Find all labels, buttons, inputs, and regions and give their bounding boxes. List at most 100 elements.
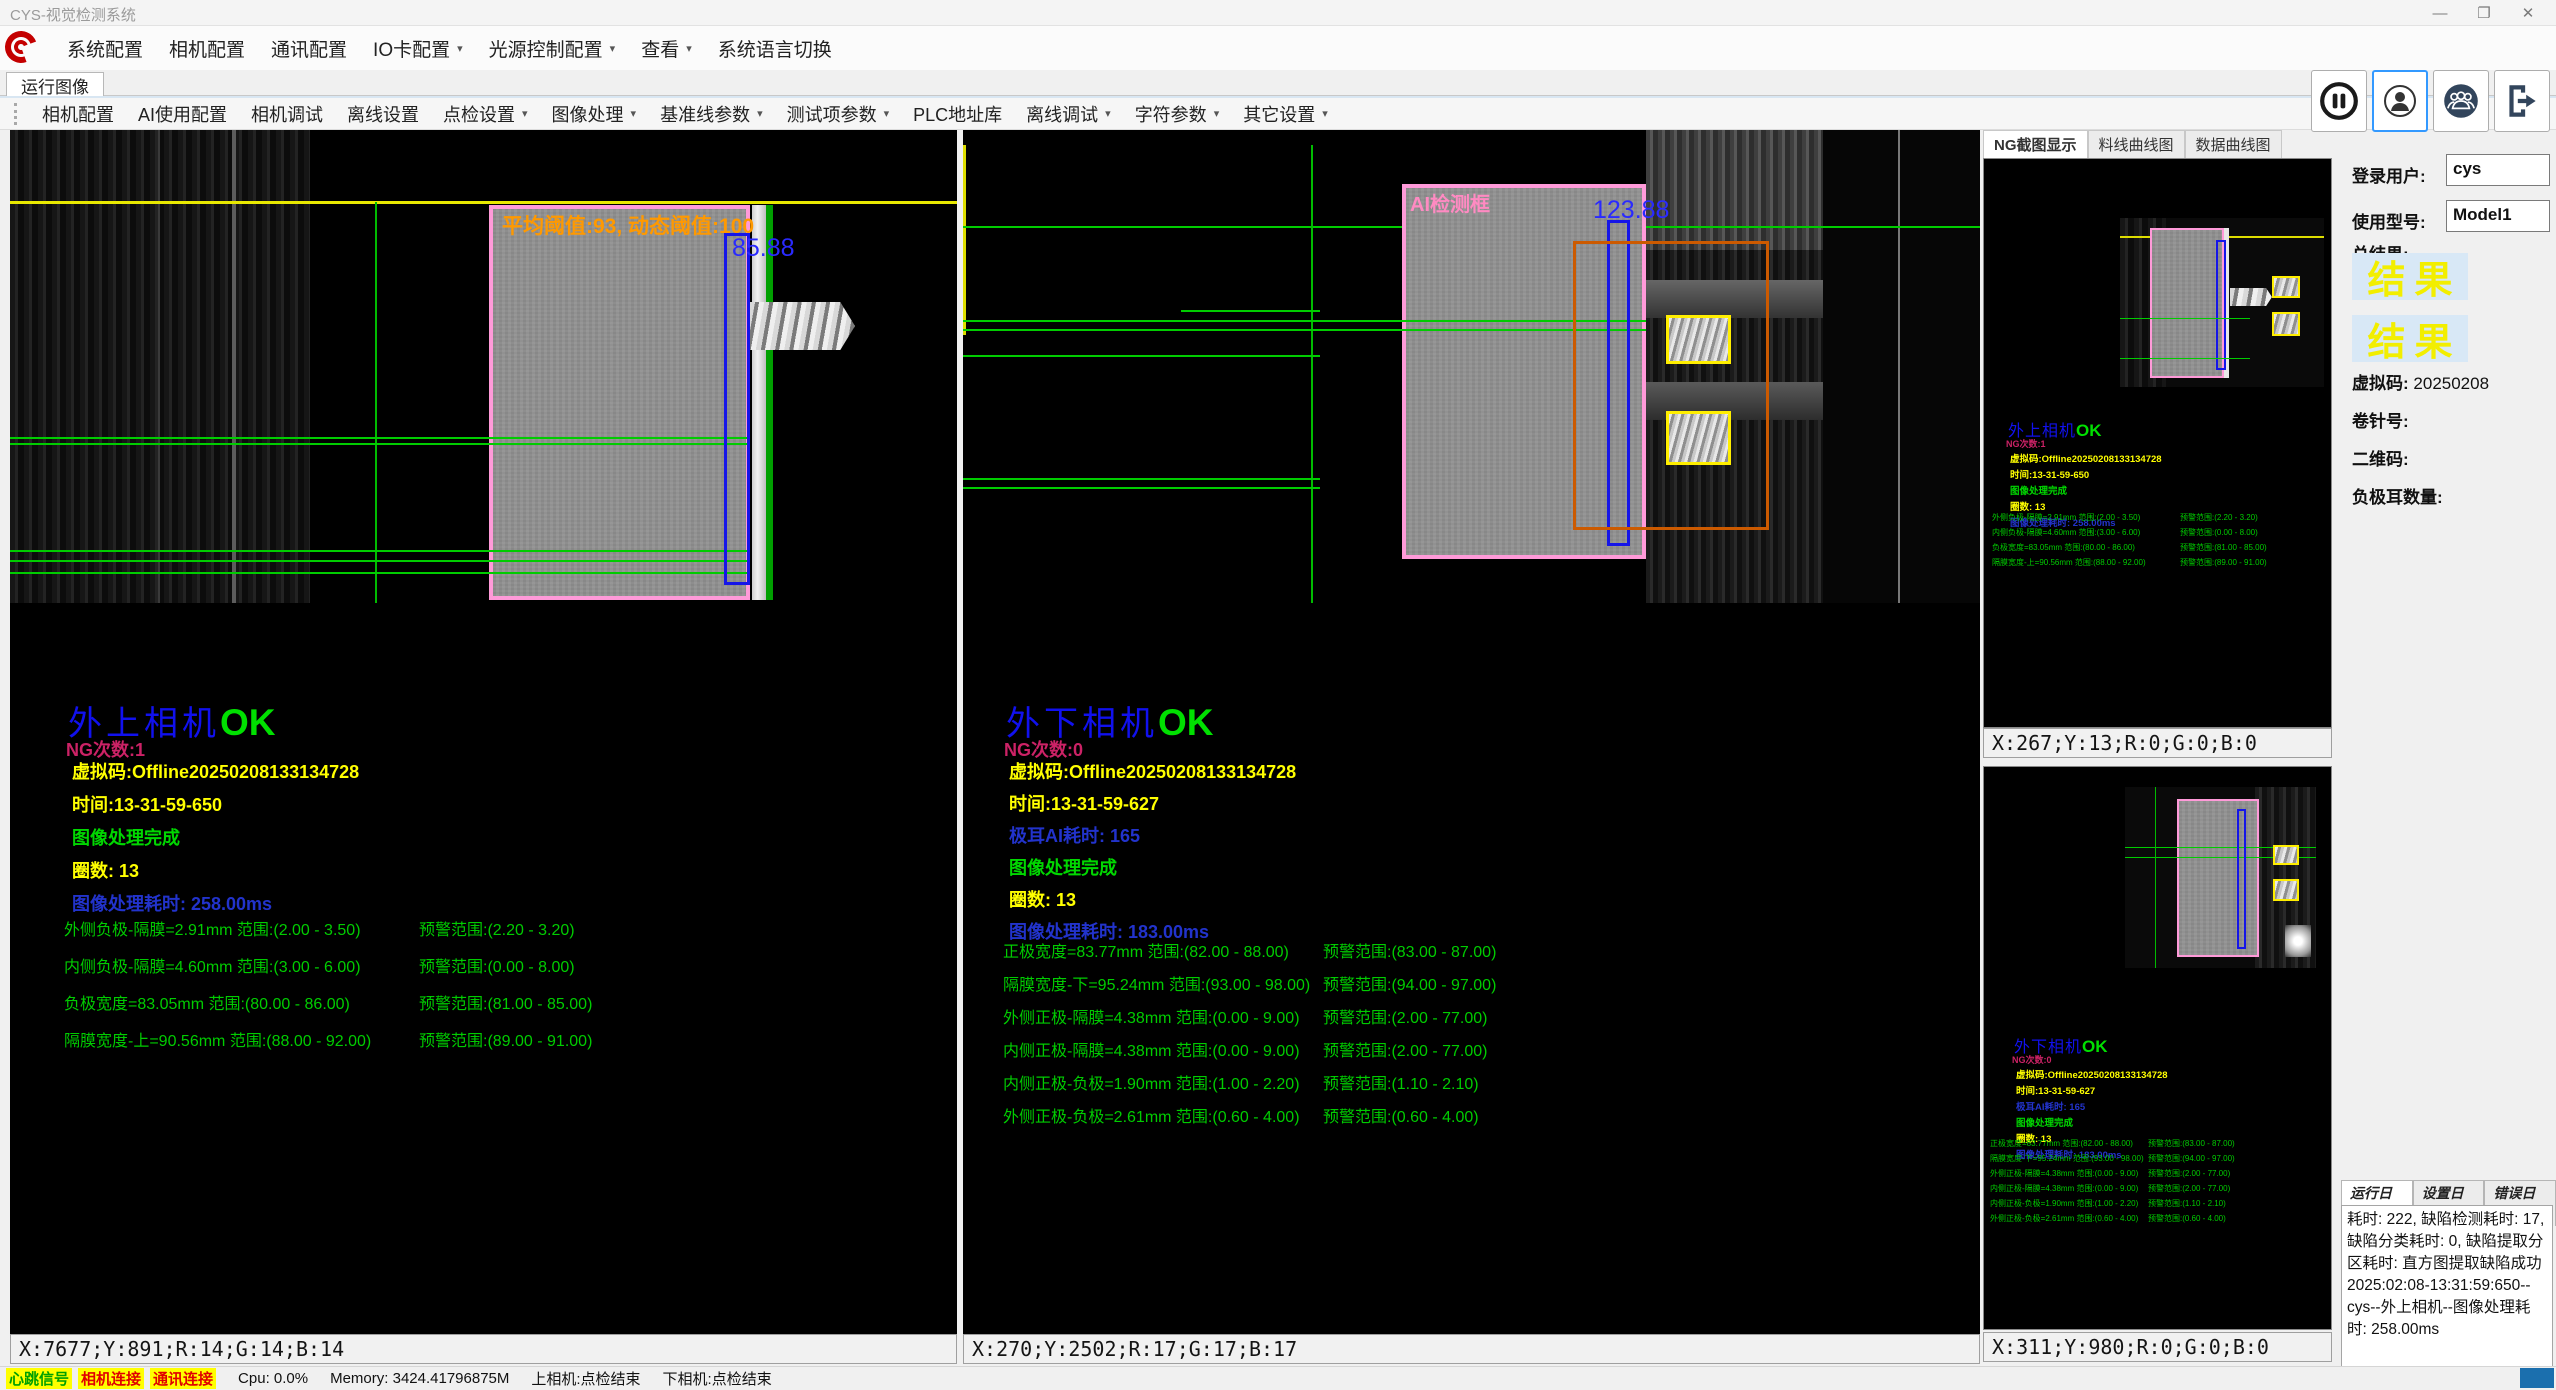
ai-frame-label: AI检测框 <box>1410 188 1490 217</box>
toolbar-item[interactable]: 相机调试 <box>251 101 323 127</box>
ng-snapshot-lower[interactable]: 外下相机OK NG次数:0 虚拟码:Offline202502081331347… <box>1983 766 2332 1330</box>
toolbar-item[interactable]: 基准线参数 ▾ <box>660 101 763 127</box>
toolbar-item[interactable]: AI使用配置 <box>138 101 227 127</box>
toolbar-item[interactable]: PLC地址库 <box>913 101 1002 127</box>
measure-value-text: 123.88 <box>1593 196 1669 225</box>
chevron-down-icon: ▾ <box>1214 107 1220 120</box>
toolbar: 相机配置 AI使用配置 相机调试 离线设置 点检设置 ▾ 图像处理 ▾ 基准线参… <box>0 96 2556 130</box>
roi-orange-box <box>1573 241 1769 530</box>
measurement-row: 外侧正极-负极=2.61mm 范围:(0.60 - 4.00)预警范围:(0.6… <box>1003 1107 1496 1129</box>
login-user-button[interactable] <box>2372 70 2428 132</box>
info-line: 时间:13-31-59-627 <box>1009 790 1296 816</box>
window-control-button[interactable]: — <box>2418 0 2462 26</box>
exit-button[interactable] <box>2494 70 2550 132</box>
scroll-indicator <box>2520 1368 2554 1388</box>
upper-camera-image[interactable]: 平均阈值:93, 动态阈值:100 85.88 <box>10 130 957 603</box>
toolbar-item[interactable]: 相机配置 <box>42 101 114 127</box>
pause-icon <box>2318 80 2360 122</box>
info-line: 极耳AI耗时: 165 <box>1009 822 1296 848</box>
measurement-row: 外侧正极-隔膜=4.38mm 范围:(0.00 - 9.00)预警范围:(2.0… <box>1003 1008 1496 1030</box>
model-field[interactable]: Model1 <box>2446 200 2550 232</box>
measurement-list: 正极宽度=83.77mm 范围:(82.00 - 88.00)预警范围:(83.… <box>1003 942 1496 1140</box>
titlebar: CYS-视觉检测系统 —❐✕ <box>0 0 2556 26</box>
ai-detect-region <box>489 205 750 600</box>
user-icon <box>2380 81 2420 121</box>
toolbar-item[interactable]: 点检设置 ▾ <box>443 101 528 127</box>
toolbar-item[interactable]: 字符参数 ▾ <box>1135 101 1220 127</box>
ng-view-tabs: NG截图显示料线曲线图数据曲线图 <box>1983 130 2282 158</box>
pixel-coord-readout: X:7677;Y:891;R:14;G:14;B:14 <box>10 1334 957 1364</box>
result-badge-upper: 结果 <box>2352 253 2468 300</box>
ng-view-tab[interactable]: 料线曲线图 <box>2088 130 2185 158</box>
menu-item[interactable]: 相机配置 <box>169 35 245 62</box>
window-control-button[interactable]: ✕ <box>2506 0 2550 26</box>
toolbar-item[interactable]: 其它设置 ▾ <box>1243 101 1328 127</box>
baseline-green-vertical <box>375 202 377 603</box>
measurement-row: 内侧正极-隔膜=4.38mm 范围:(0.00 - 9.00)预警范围:(2.0… <box>1003 1041 1496 1063</box>
menu-item[interactable]: 通讯配置 <box>271 35 347 62</box>
user-management-button[interactable] <box>2433 70 2489 132</box>
status-text: Cpu: 0.0% <box>238 1370 308 1387</box>
info-line: 图像处理完成 <box>72 824 359 850</box>
ng-view-column: NG截图显示料线曲线图数据曲线图 外上相机OK NG次数:1 虚拟码:Of <box>1983 130 2332 1364</box>
measurement-row: 外侧负极-隔膜=2.91mm 范围:(2.00 - 3.50)预警范围:(2.2… <box>64 920 592 942</box>
chevron-down-icon: ▾ <box>457 42 463 55</box>
tab-detect-box <box>1666 315 1731 364</box>
pixel-coord-readout: X:267;Y:13;R:0;G:0;B:0 <box>1983 728 2332 758</box>
tab-connector <box>750 302 855 350</box>
info-line: 图像处理耗时: 183.00ms <box>1009 918 1296 944</box>
menu-item[interactable]: 系统语言切换 <box>718 35 832 62</box>
chevron-down-icon: ▾ <box>884 107 890 120</box>
status-text: 下相机:点检结束 <box>663 1368 772 1389</box>
measurement-list: 正极宽度=83.77mm 范围:(82.00 - 88.00)预警范围:(83.… <box>1990 1139 2235 1229</box>
info-line: 圈数: 13 <box>72 857 359 883</box>
status-chip: 通讯连接 <box>150 1368 216 1389</box>
camera-info-lines: 虚拟码:Offline20250208133134728 时间:13-31-59-… <box>72 758 359 923</box>
measurement-row: 隔膜宽度-上=90.56mm 范围:(88.00 - 92.00)预警范围:(8… <box>64 1031 592 1053</box>
menu-item[interactable]: 查看 ▾ <box>641 35 692 62</box>
info-line: 虚拟码:Offline20250208133134728 <box>72 758 359 784</box>
measurement-row: 内侧正极-负极=1.90mm 范围:(1.00 - 2.20)预警范围:(1.1… <box>1003 1074 1496 1096</box>
result-badge-lower: 结果 <box>2352 315 2468 362</box>
ng-snapshot-image <box>2125 787 2316 968</box>
measurement-row: 内侧负极-隔膜=4.60mm 范围:(3.00 - 6.00)预警范围:(0.0… <box>64 957 592 979</box>
toolbar-item[interactable]: 图像处理 ▾ <box>552 101 637 127</box>
ng-view-tab[interactable]: NG截图显示 <box>1983 130 2088 158</box>
ng-view-tab[interactable]: 数据曲线图 <box>2185 130 2282 158</box>
sidebar-field: 二维码: <box>2352 448 2489 472</box>
toolbar-item[interactable]: 离线调试 ▾ <box>1026 101 1111 127</box>
camera-info-lines: 虚拟码:Offline20250208133134728时间:13-31-59-… <box>1009 758 1296 950</box>
statusbar: 心跳信号相机连接通讯连接 Cpu: 0.0%Memory: 3424.41796… <box>0 1366 2556 1390</box>
model-label: 使用型号: <box>2352 208 2426 233</box>
login-user-field[interactable]: cys <box>2446 154 2550 186</box>
toolbar-grip-icon[interactable] <box>14 103 18 125</box>
info-line: 图像处理耗时: 258.00ms <box>72 890 359 916</box>
chevron-down-icon: ▾ <box>1322 107 1328 120</box>
info-line: 时间:13-31-59-650 <box>72 791 359 817</box>
menubar: 系统配置 相机配置 通讯配置 IO卡配置 ▾ 光源控制配置 ▾ 查看 ▾ 系统语… <box>0 26 2556 70</box>
pixel-coord-readout: X:270;Y:2502;R:17;G:17;B:17 <box>963 1334 1980 1364</box>
info-line: 图像处理完成 <box>1009 854 1296 880</box>
measurement-list: 外侧负极-隔膜=2.91mm 范围:(2.00 - 3.50)预警范围:(2.2… <box>1992 513 2267 573</box>
lower-camera-image[interactable]: AI检测框 123.88 <box>963 130 1980 603</box>
menu-item[interactable]: IO卡配置 ▾ <box>373 35 463 62</box>
toolbar-item[interactable]: 测试项参数 ▾ <box>787 101 890 127</box>
ng-snapshot-upper[interactable]: 外上相机OK NG次数:1 虚拟码:Offline202502081331347… <box>1983 158 2332 728</box>
window-control-button[interactable]: ❐ <box>2462 0 2506 26</box>
tab-detect-box <box>1666 411 1731 465</box>
sidebar-field: 虚拟码: 20250208 <box>2352 372 2489 396</box>
info-line: 圈数: 13 <box>1009 886 1296 912</box>
app-window: CYS-视觉检测系统 —❐✕ 系统配置 相机配置 通讯配置 IO卡配置 ▾ 光源… <box>0 0 2556 1390</box>
tab-run-image[interactable]: 运行图像 <box>6 72 104 97</box>
menu-item[interactable]: 光源控制配置 ▾ <box>489 35 616 62</box>
exit-icon <box>2501 80 2543 122</box>
pause-button[interactable] <box>2311 70 2367 132</box>
baseline-yellow <box>10 201 957 204</box>
toolbar-item[interactable]: 离线设置 <box>347 101 419 127</box>
chevron-down-icon: ▾ <box>631 107 637 120</box>
upper-camera-panel: 平均阈值:93, 动态阈值:100 85.88 外上相机OK NG次数:1 虚拟… <box>10 130 957 1364</box>
run-log-text[interactable]: 耗时: 222, 缺陷检测耗时: 17, 缺陷分类耗时: 0, 缺陷提取分区耗时… <box>2341 1205 2553 1386</box>
menu-item[interactable]: 系统配置 <box>67 35 143 62</box>
baseline-yellow-vertical <box>963 145 966 335</box>
ng-count: NG次数:0 <box>2012 1053 2052 1066</box>
